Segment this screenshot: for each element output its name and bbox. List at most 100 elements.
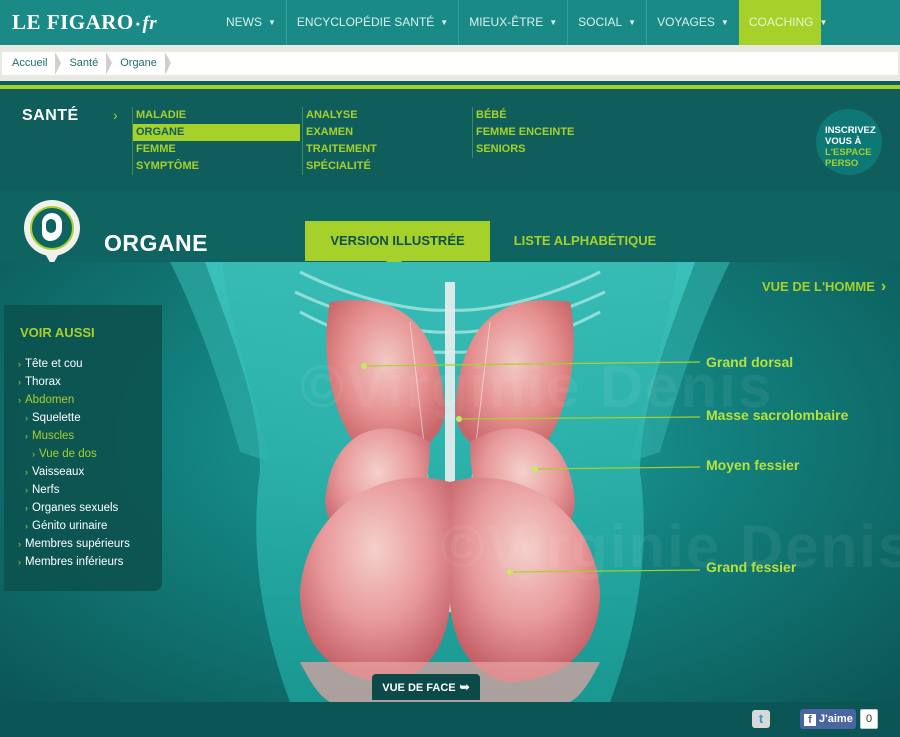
- menu-item-maladie[interactable]: MALADIE: [132, 107, 300, 124]
- chevron-right-icon: ›: [18, 395, 21, 405]
- breadcrumb: Accueil Santé Organe: [2, 52, 898, 75]
- facebook-like-button[interactable]: f J'aime: [800, 709, 856, 729]
- voir-aussi-panel: VOIR AUSSI › Tête et cou › Thorax › Abdomen…: [4, 305, 162, 591]
- nav-item-label: COACHING: [748, 15, 814, 29]
- menu-item-femme[interactable]: FEMME: [132, 141, 300, 158]
- nav-item-news[interactable]: NEWS ▼: [216, 0, 286, 45]
- main-nav: NEWS ▼ ENCYCLOPÉDIE SANTÉ ▼ MIEUX-ÊTRE ▼ SO…: [216, 0, 827, 45]
- watermark: ©Virginie Denis: [440, 513, 900, 580]
- view-toggle-label: VUE DE L'HOMME: [762, 279, 875, 294]
- anatomy-label-masse-sacrolombaire[interactable]: Masse sacrolombaire: [706, 407, 848, 423]
- list-item-label: Thorax: [25, 376, 61, 388]
- anatomy-label-grand-fessier[interactable]: Grand fessier: [706, 559, 796, 575]
- breadcrumb-item-sante[interactable]: Santé: [59, 52, 112, 75]
- voir-aussi-item-muscles[interactable]: › Muscles: [18, 427, 130, 445]
- nav-item-label: ENCYCLOPÉDIE SANTÉ: [296, 15, 435, 29]
- list-item-label: Muscles: [32, 430, 75, 442]
- nav-item-label: MIEUX-ÊTRE: [469, 15, 544, 29]
- breadcrumb-item-organe[interactable]: Organe: [110, 52, 171, 75]
- sante-menu: SANTÉ › MALADIE ORGANE FEMME SYMPTÔME AN…: [0, 85, 900, 190]
- tab-liste-alphabetique[interactable]: LISTE ALPHABÉTIQUE: [505, 221, 665, 261]
- voir-aussi-item-abdomen[interactable]: › Abdomen: [18, 391, 130, 409]
- chevron-right-icon: ›: [880, 278, 887, 295]
- nav-item-encyclopedie[interactable]: ENCYCLOPÉDIE SANTÉ ▼: [285, 0, 458, 45]
- voir-aussi-item-tete-cou[interactable]: › Tête et cou: [18, 355, 130, 373]
- logo-main: LE FIGARO: [12, 10, 134, 34]
- menu-item-seniors[interactable]: SENIORS: [472, 141, 640, 158]
- chevron-right-icon: ›: [25, 521, 28, 531]
- arrow-right-icon: ➥: [459, 680, 470, 694]
- vue-de-face-button[interactable]: VUE DE FACE ➥: [372, 674, 480, 700]
- chevron-right-icon: ›: [25, 413, 28, 423]
- twitter-icon[interactable]: t: [752, 710, 770, 728]
- chevron-down-icon: ▼: [819, 18, 828, 27]
- logo-dot: •: [135, 16, 141, 31]
- voir-aussi-item-squelette[interactable]: › Squelette: [18, 409, 130, 427]
- breadcrumb-item-accueil[interactable]: Accueil: [2, 52, 62, 75]
- chevron-down-icon: ▼: [549, 18, 558, 27]
- facebook-icon: f: [804, 714, 816, 726]
- like-label: J'aime: [819, 713, 853, 725]
- sante-title: SANTÉ: [22, 107, 79, 124]
- nav-item-voyages[interactable]: VOYAGES ▼: [646, 0, 739, 45]
- chevron-right-icon: ›: [32, 449, 35, 459]
- sante-menu-col-2: ANALYSE EXAMEN TRAITEMENT SPÉCIALITÉ: [302, 107, 470, 175]
- sante-menu-col-1: MALADIE ORGANE FEMME SYMPTÔME: [132, 107, 300, 175]
- list-item-label: Vue de dos: [39, 448, 97, 460]
- signup-badge[interactable]: INSCRIVEZ VOUS À L'ESPACE PERSO: [816, 109, 882, 175]
- list-item-label: Membres supérieurs: [25, 538, 130, 550]
- chevron-right-icon: ›: [25, 467, 28, 477]
- voir-aussi-item-nerfs[interactable]: › Nerfs: [18, 481, 130, 499]
- menu-item-analyse[interactable]: ANALYSE: [302, 107, 470, 124]
- chevron-right-icon: ›: [18, 557, 21, 567]
- watermark: ©Virginie Denis: [300, 353, 774, 420]
- menu-item-bebe[interactable]: BÉBÉ: [472, 107, 640, 124]
- page-title: ORGANE: [104, 230, 208, 256]
- list-item-label: Squelette: [32, 412, 81, 424]
- signup-line: VOUS À: [825, 136, 862, 147]
- list-item-label: Vaisseaux: [32, 466, 85, 478]
- chevron-down-icon: ▼: [440, 18, 449, 27]
- anatomy-label-grand-dorsal[interactable]: Grand dorsal: [706, 354, 793, 370]
- list-item-label: Génito urinaire: [32, 520, 108, 532]
- vue-de-face-label: VUE DE FACE: [382, 682, 456, 694]
- menu-item-examen[interactable]: EXAMEN: [302, 124, 470, 141]
- signup-line: PERSO: [825, 158, 859, 169]
- voir-aussi-title: VOIR AUSSI: [20, 325, 95, 340]
- menu-item-organe[interactable]: ORGANE: [132, 124, 300, 141]
- voir-aussi-list: › Tête et cou › Thorax › Abdomen › Squelette…: [18, 355, 130, 571]
- voir-aussi-item-vue-de-dos[interactable]: › Vue de dos: [18, 445, 130, 463]
- menu-item-specialite[interactable]: SPÉCIALITÉ: [302, 158, 470, 175]
- nav-item-label: NEWS: [226, 15, 262, 29]
- voir-aussi-item-thorax[interactable]: › Thorax: [18, 373, 130, 391]
- chevron-right-icon: ›: [25, 503, 28, 513]
- chevron-right-icon: ›: [25, 485, 28, 495]
- list-item-label: Nerfs: [32, 484, 60, 496]
- voir-aussi-item-vaisseaux[interactable]: › Vaisseaux: [18, 463, 130, 481]
- voir-aussi-item-membres-inferieurs[interactable]: › Membres inférieurs: [18, 553, 130, 571]
- menu-item-traitement[interactable]: TRAITEMENT: [302, 141, 470, 158]
- nav-item-social[interactable]: SOCIAL ▼: [567, 0, 646, 45]
- menu-item-femme-enceinte[interactable]: FEMME ENCEINTE: [472, 124, 640, 141]
- nav-item-coaching[interactable]: COACHING ▼: [738, 0, 827, 45]
- nav-item-mieux-etre[interactable]: MIEUX-ÊTRE ▼: [458, 0, 567, 45]
- sante-menu-col-3: BÉBÉ FEMME ENCEINTE SENIORS: [472, 107, 640, 158]
- like-count: 0: [860, 709, 878, 729]
- chevron-right-icon: ›: [25, 431, 28, 441]
- chevron-right-icon: ›: [18, 539, 21, 549]
- list-item-label: Abdomen: [25, 394, 75, 406]
- list-item-label: Tête et cou: [25, 358, 83, 370]
- logo[interactable]: LE FIGARO • fr: [12, 10, 157, 34]
- signup-line: L'ESPACE: [825, 147, 872, 158]
- chevron-right-icon: ›: [18, 377, 21, 387]
- chevron-down-icon: ▼: [268, 18, 276, 27]
- anatomy-label-moyen-fessier[interactable]: Moyen fessier: [706, 457, 799, 473]
- voir-aussi-item-organes-sexuels[interactable]: › Organes sexuels: [18, 499, 130, 517]
- view-toggle-homme[interactable]: VUE DE L'HOMME ›: [762, 278, 886, 296]
- voir-aussi-item-genito-urinaire[interactable]: › Génito urinaire: [18, 517, 130, 535]
- menu-item-symptome[interactable]: SYMPTÔME: [132, 158, 300, 175]
- nav-item-label: VOYAGES: [657, 15, 715, 29]
- tab-version-illustree[interactable]: VERSION ILLUSTRÉE: [305, 221, 490, 261]
- voir-aussi-item-membres-superieurs[interactable]: › Membres supérieurs: [18, 535, 130, 553]
- organ-icon-detail: [46, 219, 56, 233]
